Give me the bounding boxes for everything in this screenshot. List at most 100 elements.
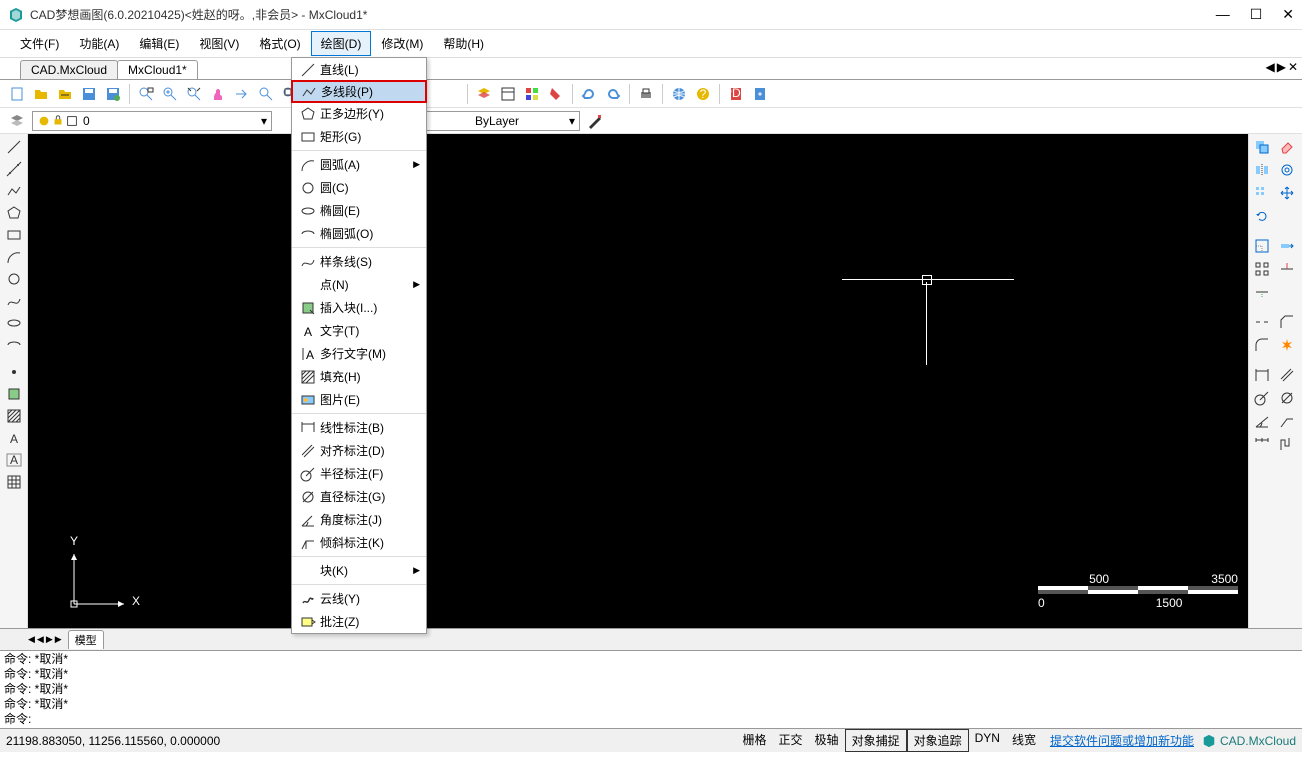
status-lwt[interactable]: 线宽 <box>1006 729 1042 752</box>
menu-item-椭圆弧o[interactable]: 椭圆弧(O) <box>292 222 426 245</box>
block-tool-icon[interactable] <box>3 383 25 404</box>
help-icon[interactable]: ? <box>692 83 714 105</box>
leader-icon[interactable] <box>1276 410 1298 432</box>
pan-icon[interactable] <box>207 83 229 105</box>
grid-icon[interactable] <box>1251 258 1273 280</box>
dimcontinue-icon[interactable] <box>1251 433 1273 455</box>
save-icon[interactable] <box>78 83 100 105</box>
status-grid[interactable]: 栅格 <box>737 729 773 752</box>
point-tool-icon[interactable] <box>3 361 25 382</box>
menu-item-倾斜标注k[interactable]: 倾斜标注(K) <box>292 531 426 554</box>
saveas-icon[interactable] <box>102 83 124 105</box>
menu-item-块k[interactable]: 块(K)▶ <box>292 559 426 582</box>
menu-item-直径标注g[interactable]: 直径标注(G) <box>292 485 426 508</box>
dimradius-icon[interactable] <box>1251 387 1273 409</box>
menu-item-图片e[interactable]: 图片(E) <box>292 388 426 411</box>
status-osnap[interactable]: 对象捕捉 <box>845 729 907 752</box>
zoom-prev-icon[interactable] <box>231 83 253 105</box>
props-icon[interactable] <box>497 83 519 105</box>
menu-item-圆弧a[interactable]: 圆弧(A)▶ <box>292 153 426 176</box>
zoom-out-icon[interactable] <box>255 83 277 105</box>
menu-item-线性标注b[interactable]: 线性标注(B) <box>292 416 426 439</box>
menu-draw[interactable]: 绘图(D) <box>311 31 372 56</box>
color-icon[interactable] <box>521 83 543 105</box>
menu-item-批注z[interactable]: 批注(Z) <box>292 610 426 633</box>
feedback-link[interactable]: 提交软件问题或增加新功能 <box>1050 732 1194 749</box>
ellipse-tool-icon[interactable] <box>3 312 25 333</box>
menu-item-对齐标注d[interactable]: 对齐标注(D) <box>292 439 426 462</box>
menu-modify[interactable]: 修改(M) <box>371 31 433 56</box>
command-window[interactable]: 命令: *取消* 命令: *取消* 命令: *取消* 命令: *取消* 命令: <box>0 650 1302 728</box>
redo-icon[interactable] <box>602 83 624 105</box>
new-icon[interactable] <box>6 83 28 105</box>
menu-item-正多边形y[interactable]: 正多边形(Y) <box>292 102 426 125</box>
offset-icon[interactable] <box>1276 159 1298 181</box>
status-dyn[interactable]: DYN <box>969 729 1006 752</box>
zoom-extents-icon[interactable] <box>183 83 205 105</box>
explode-icon[interactable] <box>1276 334 1298 356</box>
dimordinate-icon[interactable] <box>1276 433 1298 455</box>
menu-item-圆c[interactable]: 圆(C) <box>292 176 426 199</box>
menu-view[interactable]: 视图(V) <box>189 31 249 56</box>
tab-next[interactable]: ▶ <box>1277 60 1286 74</box>
status-ortho[interactable]: 正交 <box>773 729 809 752</box>
tab-mxcloud1[interactable]: MxCloud1* <box>117 60 198 79</box>
menu-function[interactable]: 功能(A) <box>69 31 129 56</box>
erase-icon[interactable] <box>1276 136 1298 158</box>
open2-icon[interactable] <box>54 83 76 105</box>
hatch-tool-icon[interactable] <box>3 405 25 426</box>
rect-tool-icon[interactable] <box>3 224 25 245</box>
layer-icon[interactable] <box>473 83 495 105</box>
menu-item-样条线s[interactable]: 样条线(S) <box>292 250 426 273</box>
layer-manager-icon[interactable] <box>6 110 28 132</box>
spline-tool-icon[interactable] <box>3 290 25 311</box>
paint-icon[interactable] <box>545 83 567 105</box>
pdf-icon[interactable]: PDF <box>725 83 747 105</box>
menu-item-填充h[interactable]: 填充(H) <box>292 365 426 388</box>
menu-file[interactable]: 文件(F) <box>10 31 69 56</box>
menu-item-多线段p[interactable]: 多线段(P) <box>291 80 427 103</box>
dimdiameter-icon[interactable] <box>1276 387 1298 409</box>
ellipsearc-tool-icon[interactable] <box>3 334 25 355</box>
match-icon[interactable] <box>584 110 606 132</box>
fillet-icon[interactable] <box>1251 334 1273 356</box>
extend-icon[interactable] <box>1251 281 1273 303</box>
open-icon[interactable] <box>30 83 52 105</box>
menu-item-插入块i[interactable]: 插入块(I...) <box>292 296 426 319</box>
table-tool-icon[interactable] <box>3 471 25 492</box>
maximize-button[interactable]: ☐ <box>1250 6 1263 23</box>
menu-item-椭圆e[interactable]: 椭圆(E) <box>292 199 426 222</box>
tab-close[interactable]: ✕ <box>1288 60 1298 74</box>
menu-item-矩形g[interactable]: 矩形(G) <box>292 125 426 148</box>
text-tool-icon[interactable]: A <box>3 427 25 448</box>
stretch-icon[interactable] <box>1276 235 1298 257</box>
zoom-in-icon[interactable] <box>159 83 181 105</box>
circle-tool-icon[interactable] <box>3 268 25 289</box>
dimangular-icon[interactable] <box>1251 410 1273 432</box>
model-tab[interactable]: 模型 <box>68 630 104 649</box>
print-icon[interactable] <box>635 83 657 105</box>
scale-icon[interactable] <box>1251 235 1273 257</box>
break-icon[interactable] <box>1251 311 1273 333</box>
close-button[interactable]: ✕ <box>1282 6 1294 23</box>
menu-item-半径标注f[interactable]: 半径标注(F) <box>292 462 426 485</box>
dimaligned-icon[interactable] <box>1276 364 1298 386</box>
menu-item-文字t[interactable]: A文字(T) <box>292 319 426 342</box>
menu-item-点n[interactable]: 点(N)▶ <box>292 273 426 296</box>
trim-icon[interactable] <box>1276 258 1298 280</box>
chamfer-icon[interactable] <box>1276 311 1298 333</box>
tab-prev[interactable]: ◀ <box>1265 60 1274 74</box>
menu-edit[interactable]: 编辑(E) <box>129 31 189 56</box>
layer-selector[interactable]: 0 ▾ <box>32 111 272 131</box>
menu-item-云线y[interactable]: 云线(Y) <box>292 587 426 610</box>
xline-tool-icon[interactable] <box>3 158 25 179</box>
zoom-window-icon[interactable] <box>135 83 157 105</box>
menu-item-多行文字m[interactable]: A多行文字(M) <box>292 342 426 365</box>
mtext-tool-icon[interactable]: A <box>3 449 25 470</box>
copy-icon[interactable] <box>1251 136 1273 158</box>
menu-help[interactable]: 帮助(H) <box>433 31 494 56</box>
linetype-selector[interactable]: ByLayer▾ <box>420 111 580 131</box>
array-icon[interactable] <box>1251 182 1273 204</box>
arc-tool-icon[interactable] <box>3 246 25 267</box>
status-otrack[interactable]: 对象追踪 <box>907 729 969 752</box>
